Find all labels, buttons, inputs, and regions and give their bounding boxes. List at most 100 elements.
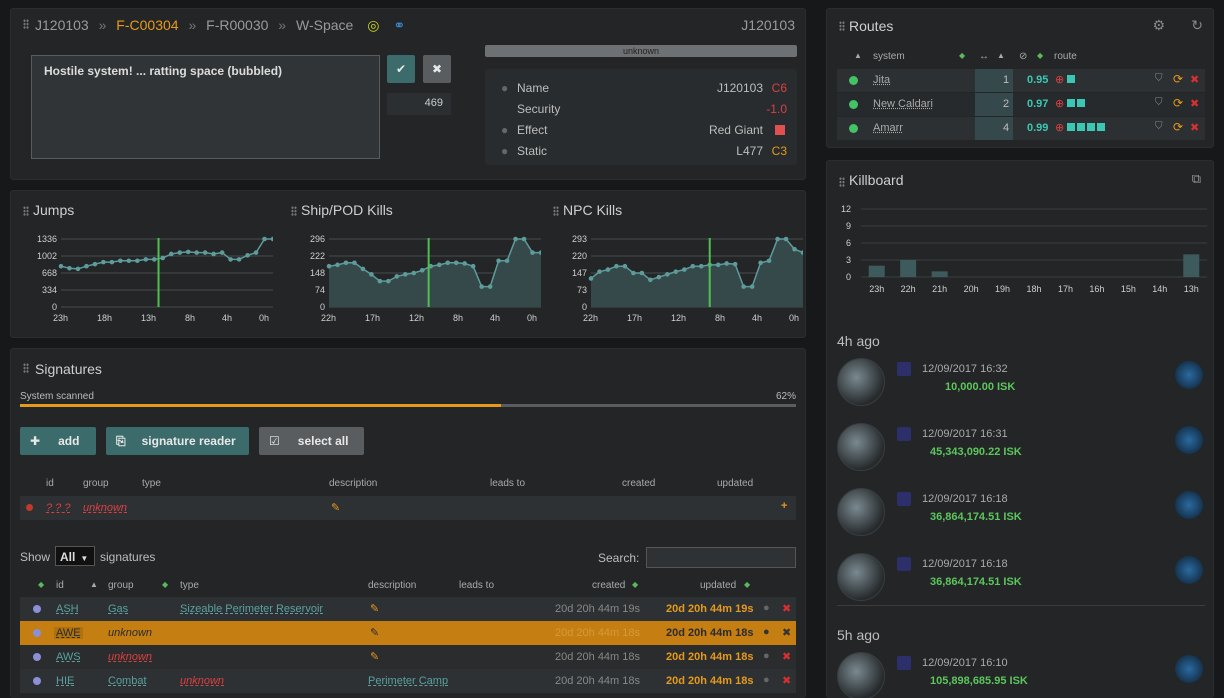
sig-id[interactable]: HIE [56, 675, 74, 687]
status-dot [26, 504, 33, 511]
alliance-logo-icon[interactable] [1175, 655, 1203, 683]
route-row[interactable]: New Caldari 2 0.97 ⊕ ⛉ ⟳ ✖ [837, 93, 1205, 116]
kill-entry[interactable]: 12/09/2017 16:31 45,343,090.22 ISK [827, 422, 1215, 486]
kill-entry[interactable]: 12/09/2017 16:18 36,864,174.51 ISK [827, 487, 1215, 551]
corp-logo-icon[interactable] [897, 427, 911, 441]
delete-icon[interactable]: ✖ [782, 650, 791, 663]
graph-title: Ship/POD Kills [301, 202, 393, 218]
delete-icon[interactable]: ✖ [782, 674, 791, 687]
info-icon[interactable]: ● [763, 674, 770, 686]
ship-avatar[interactable] [837, 553, 885, 601]
save-notes-button[interactable]: ✔ [387, 55, 415, 83]
reload-icon[interactable]: ⟳ [1173, 72, 1183, 86]
route-system[interactable]: Jita [873, 74, 890, 86]
route-system[interactable]: Amarr [873, 122, 903, 134]
signature-row[interactable]: AWS unknown ✎ 20d 20h 44m 18s 20d 20h 44m 18… [20, 645, 796, 669]
info-icon[interactable]: ● [763, 650, 770, 662]
info-icon[interactable]: ● [763, 602, 770, 614]
kill-entry[interactable]: 12/09/2017 16:32 10,000.00 ISK [827, 357, 1215, 421]
plus-icon: ✚ [30, 434, 41, 448]
delete-icon[interactable]: ✖ [782, 602, 791, 615]
kill-entry[interactable]: 12/09/2017 16:10 105,898,685.95 ISK [827, 651, 1215, 698]
edit-description-icon[interactable]: ✎ [331, 501, 340, 514]
sig-leads-to[interactable]: Perimeter Camp [368, 675, 448, 687]
crumb-system[interactable]: J120103 [35, 17, 89, 33]
corp-logo-icon[interactable] [897, 492, 911, 506]
x-tick: 18h [97, 313, 113, 323]
y-tick: 1002 [36, 251, 57, 261]
signature-row[interactable]: ASH Gas Sizeable Perimeter Reservoir ✎ 20d 2… [20, 597, 796, 621]
signature-row[interactable]: AWE unknown ✎ 20d 20h 44m 18s 20d 20h 44m 18… [20, 621, 796, 645]
sig-group[interactable]: unknown [108, 627, 152, 639]
ship-avatar[interactable] [837, 652, 885, 698]
kill-entry[interactable]: 12/09/2017 16:18 36,864,174.51 ISK [827, 552, 1215, 616]
x-tick: 4h [490, 313, 501, 323]
refresh-icon[interactable]: ↻ [1191, 17, 1203, 34]
route-row[interactable]: Amarr 4 0.99 ⊕ ⛉ ⟳ ✖ [837, 117, 1205, 140]
remove-icon[interactable]: ✖ [1190, 73, 1199, 86]
new-sig-group[interactable]: unknown [83, 502, 127, 514]
remove-icon[interactable]: ✖ [1190, 97, 1199, 110]
graph-point [101, 259, 106, 265]
cancel-notes-button[interactable]: ✖ [423, 55, 451, 83]
radar-icon[interactable]: ◎ [367, 17, 379, 33]
share-icon[interactable]: ⚭ [393, 17, 405, 33]
alliance-logo-icon[interactable] [1175, 361, 1203, 389]
sig-id[interactable]: AWS [56, 651, 81, 663]
edit-description-icon[interactable]: ✎ [370, 602, 379, 615]
crumb-constellation[interactable]: F-C00304 [116, 17, 178, 33]
kb-time-group: 5h ago [837, 627, 880, 643]
edit-description-icon[interactable]: ✎ [370, 650, 379, 663]
alliance-logo-icon[interactable] [1175, 491, 1203, 519]
shield-icon[interactable]: ⛉ [1155, 73, 1163, 84]
corp-logo-icon[interactable] [897, 656, 911, 670]
sort-asc-icon[interactable]: ▲ [90, 580, 98, 589]
sort-icon[interactable]: ◆ [38, 580, 44, 589]
info-icon[interactable]: ● [763, 626, 770, 638]
signature-row[interactable]: HIE Combat unknown Perimeter Camp 20d 20h 44… [20, 669, 796, 693]
alliance-logo-icon[interactable] [1175, 556, 1203, 584]
sig-group[interactable]: Gas [108, 603, 128, 615]
show-select[interactable]: All ▼ [55, 546, 95, 566]
graph-point [775, 236, 780, 242]
search-input[interactable] [646, 547, 796, 568]
reload-icon[interactable]: ⟳ [1173, 96, 1183, 110]
select-all-button[interactable]: ☑ select all [259, 427, 364, 455]
corp-logo-icon[interactable] [897, 362, 911, 376]
external-link-icon[interactable]: ⧉ [1192, 171, 1201, 187]
sig-id[interactable]: AWE [54, 627, 83, 639]
sig-type[interactable]: unknown [180, 675, 224, 687]
route-jumps: 4 [1003, 122, 1010, 134]
route-jump-square [1087, 123, 1095, 131]
ship-avatar[interactable] [837, 488, 885, 536]
signature-reader-button[interactable]: ⎘ signature reader [106, 427, 249, 455]
new-sig-id[interactable]: ? ? ? [46, 502, 70, 514]
corp-logo-icon[interactable] [897, 557, 911, 571]
route-row[interactable]: Jita 1 0.95 ⊕ ⛉ ⟳ ✖ [837, 69, 1205, 92]
alliance-logo-icon[interactable] [1175, 426, 1203, 454]
sig-group[interactable]: unknown [108, 651, 152, 663]
info-value-static[interactable]: L477 [736, 144, 763, 158]
new-signature-row[interactable]: ? ? ? unknown ✎ + [20, 496, 796, 520]
settings-icon[interactable]: ⚙ [1152, 17, 1165, 34]
shield-icon[interactable]: ⛉ [1155, 97, 1163, 108]
sig-type[interactable]: Sizeable Perimeter Reservoir [180, 603, 323, 615]
route-system[interactable]: New Caldari [873, 98, 933, 110]
add-row-icon[interactable]: + [781, 500, 787, 512]
graph-point [151, 257, 157, 262]
graph-point [58, 263, 64, 269]
ship-avatar[interactable] [837, 358, 885, 406]
crumb-region[interactable]: F-R00030 [206, 17, 268, 33]
sig-group[interactable]: Combat [108, 675, 147, 687]
notes-textarea[interactable]: Hostile system! ... ratting space (bubbl… [31, 55, 380, 159]
sig-created: 20d 20h 44m 19s [555, 603, 641, 615]
edit-description-icon[interactable]: ✎ [370, 626, 379, 639]
delete-icon[interactable]: ✖ [782, 626, 791, 639]
ship-avatar[interactable] [837, 423, 885, 471]
add-signature-button[interactable]: ✚ add [20, 427, 96, 455]
sig-id[interactable]: ASH [56, 603, 79, 615]
shield-icon[interactable]: ⛉ [1155, 121, 1163, 132]
remove-icon[interactable]: ✖ [1190, 121, 1199, 134]
graph-point [665, 272, 670, 277]
reload-icon[interactable]: ⟳ [1173, 120, 1183, 134]
